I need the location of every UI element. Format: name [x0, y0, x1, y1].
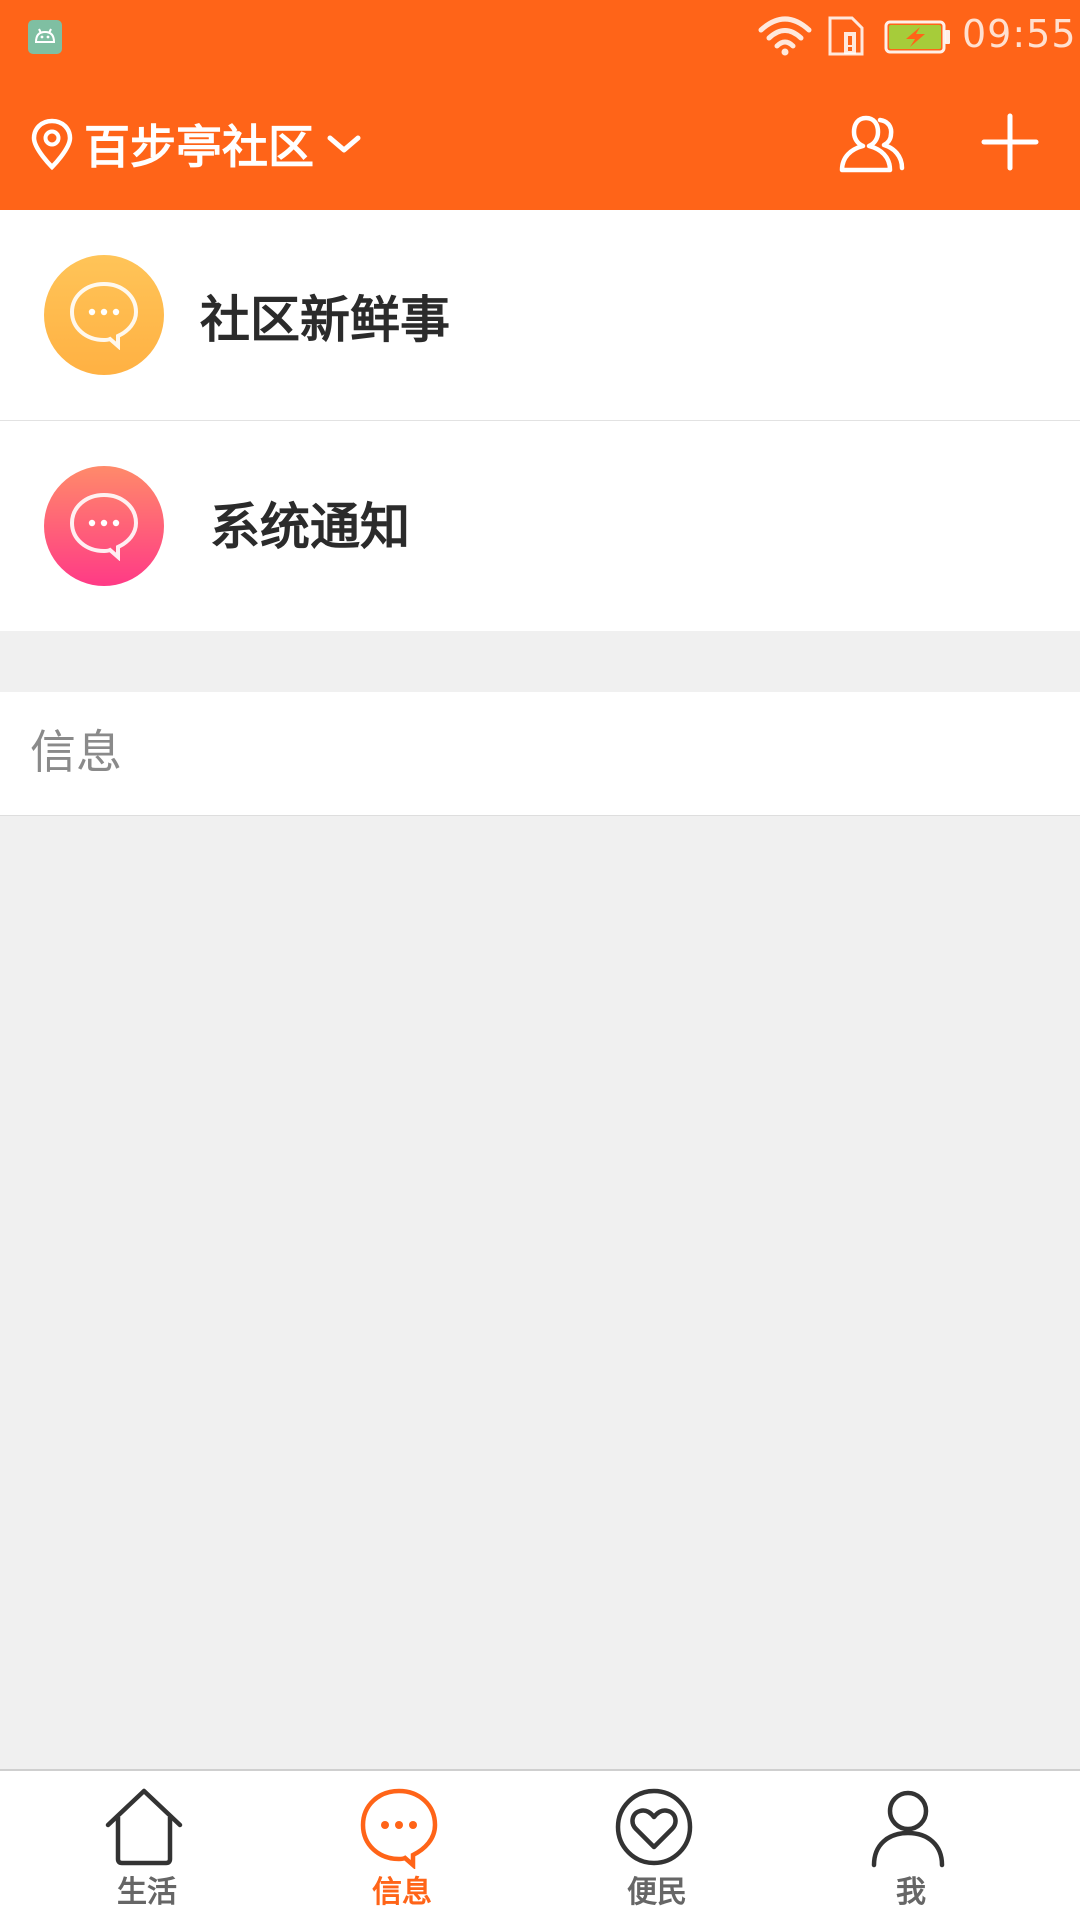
chat-bubble-icon: [360, 1788, 438, 1869]
status-time: 09:55: [962, 12, 1077, 56]
heart-circle-icon: [615, 1788, 693, 1866]
nav-item-life[interactable]: 生活: [22, 1771, 292, 1920]
chevron-down-icon: [327, 135, 361, 153]
android-debug-icon: [28, 20, 62, 54]
location-selector[interactable]: 百步亭社区: [28, 112, 364, 176]
nav-label: 信息: [372, 1875, 432, 1910]
nav-label: 我: [896, 1875, 926, 1910]
section-header: 信息: [0, 692, 1080, 816]
location-pin-icon: [31, 118, 73, 171]
chat-bubble-icon: [69, 492, 139, 561]
nav-item-messages[interactable]: 信息: [277, 1771, 547, 1920]
home-icon: [105, 1788, 183, 1866]
nav-item-me[interactable]: 我: [786, 1771, 1056, 1920]
user-icon: [871, 1790, 945, 1868]
wifi-icon: [758, 16, 812, 56]
location-title: 百步亭社区: [84, 120, 314, 174]
plus-icon[interactable]: [978, 110, 1042, 174]
contacts-icon[interactable]: [836, 112, 908, 176]
message-item-system-notice[interactable]: 系统通知: [0, 421, 1080, 631]
header: 百步亭社区: [0, 72, 1080, 210]
battery-charging-icon: [884, 20, 950, 54]
app-screen: 09:55 百步亭社区 社区新鲜事 系统通知 信息 生活 信息 便民 我: [0, 0, 1080, 1920]
sim-icon: [828, 16, 864, 56]
message-title: 系统通知: [210, 498, 410, 556]
nav-item-convenience[interactable]: 便民: [532, 1771, 802, 1920]
bottom-nav: 生活 信息 便民 我: [0, 1769, 1080, 1920]
message-item-community-news[interactable]: 社区新鲜事: [0, 210, 1080, 421]
message-title: 社区新鲜事: [200, 291, 450, 349]
nav-label: 生活: [117, 1875, 177, 1910]
system-notice-avatar: [44, 466, 164, 586]
status-bar: 09:55: [0, 0, 1080, 72]
nav-label: 便民: [627, 1875, 687, 1910]
chat-bubble-icon: [69, 281, 139, 350]
section-title: 信息: [30, 725, 122, 779]
community-news-avatar: [44, 255, 164, 375]
